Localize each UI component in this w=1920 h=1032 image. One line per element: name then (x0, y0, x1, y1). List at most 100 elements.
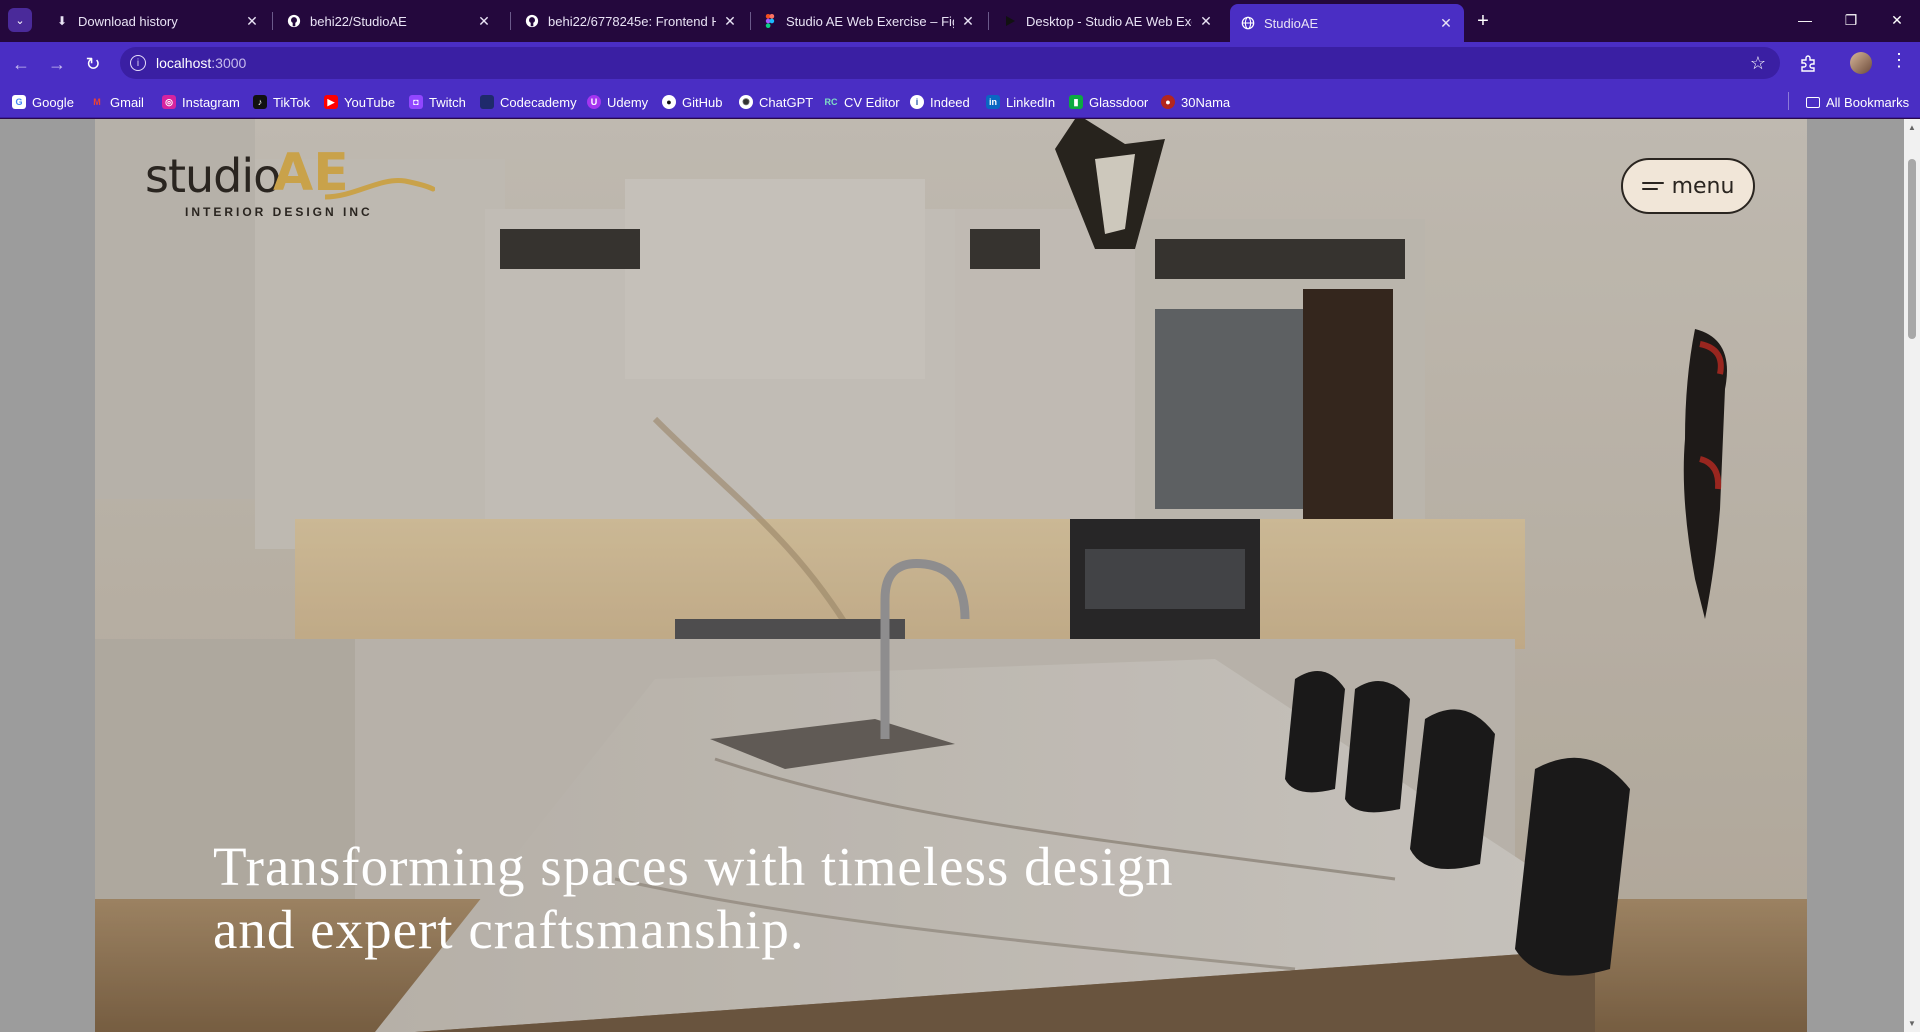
tab-title: behi22/6778245e: Frontend Hir (548, 13, 716, 29)
minimize-icon: — (1798, 12, 1812, 28)
bookmark-label: 30Nama (1181, 94, 1231, 110)
github-icon (286, 13, 302, 29)
menu-button[interactable]: menu (1621, 158, 1755, 214)
menu-label: menu (1671, 173, 1735, 199)
bookmark-label: YouTube (344, 94, 396, 110)
more-menu-icon[interactable]: ⋮ (1890, 50, 1908, 71)
bookmark-twitch[interactable]: ◘ Twitch (409, 93, 466, 111)
bookmark-linkedin[interactable]: in LinkedIn (986, 93, 1055, 111)
udemy-icon: U (587, 95, 601, 109)
bookmark-star-icon[interactable]: ☆ (1750, 53, 1766, 74)
bookmark-chatgpt[interactable]: ✺ ChatGPT (739, 93, 813, 111)
codecademy-icon (480, 95, 494, 109)
extensions-icon[interactable] (1797, 52, 1819, 74)
linkedin-icon: in (986, 95, 1000, 109)
tab-figma-desktop[interactable]: Desktop - Studio AE Web Exerc ✕ (992, 4, 1224, 38)
bookmark-youtube[interactable]: ▶ YouTube (324, 93, 395, 111)
address-host: localhost (156, 55, 212, 71)
tab-title: Download history (78, 13, 178, 29)
hero-headline: Transforming spaces with timeless design… (213, 835, 1313, 961)
bookmark-indeed[interactable]: i Indeed (910, 93, 970, 111)
bookmark-label: GitHub (682, 94, 723, 110)
close-icon[interactable]: ✕ (1438, 15, 1454, 32)
tab-download-history[interactable]: ⬇ Download history ✕ (44, 4, 270, 38)
bookmark-tiktok[interactable]: ♪ TikTok (253, 93, 310, 111)
bookmark-label: Indeed (930, 94, 970, 110)
address-bar[interactable]: i localhost:3000 ☆ (120, 47, 1780, 79)
minimize-button[interactable]: — (1782, 6, 1828, 34)
download-icon: ⬇ (56, 14, 68, 28)
restore-button[interactable]: ❐ (1828, 6, 1874, 34)
indeed-icon: i (910, 95, 924, 109)
tab-separator (272, 12, 273, 30)
figma-play-icon (1002, 13, 1018, 29)
close-icon[interactable]: ✕ (722, 13, 738, 30)
bookmark-label: Twitch (429, 94, 466, 110)
youtube-icon: ▶ (324, 95, 338, 109)
bookmark-gmail[interactable]: M Gmail (90, 93, 144, 111)
folder-icon (1806, 96, 1820, 108)
tab-studioae[interactable]: StudioAE ✕ (1230, 4, 1464, 42)
page-viewport: studio AE INTERIOR DESIGN INC menu Trans… (0, 119, 1904, 1032)
scroll-down-icon[interactable]: ▼ (1908, 1019, 1916, 1028)
github-icon: ● (662, 95, 676, 109)
hero-headline-line-2: and expert craftsmanship. (213, 899, 805, 960)
globe-icon (1240, 15, 1256, 31)
cv-editor-icon: RC (824, 97, 838, 107)
tab-github-gist[interactable]: behi22/6778245e: Frontend Hir ✕ (514, 4, 748, 38)
bookmark-glassdoor[interactable]: ▮ Glassdoor (1069, 93, 1148, 111)
tab-github-studioae[interactable]: behi22/StudioAE ✕ (276, 4, 502, 38)
hamburger-icon (1641, 181, 1664, 191)
twitch-icon: ◘ (409, 95, 423, 109)
bookmarks-bar: G Google M Gmail ◎ Instagram ♪ TikTok ▶ YouTu… (0, 84, 1920, 118)
all-bookmarks-button[interactable]: All Bookmarks (1806, 93, 1909, 111)
close-icon[interactable]: ✕ (476, 13, 492, 30)
page-scrollbar[interactable]: ▲ ▼ (1904, 119, 1920, 1032)
bookmark-google[interactable]: G Google (12, 93, 74, 111)
tab-figma-exercise[interactable]: Studio AE Web Exercise – Figma ✕ (752, 4, 986, 38)
bookmark-udemy[interactable]: U Udemy (587, 93, 648, 111)
forward-button[interactable]: → (44, 51, 70, 77)
bookmark-label: CV Editor (844, 94, 900, 110)
scroll-up-icon[interactable]: ▲ (1908, 123, 1916, 132)
bookmark-label: Glassdoor (1089, 94, 1149, 110)
new-tab-button[interactable]: + (1470, 8, 1496, 34)
tab-title: StudioAE (1264, 15, 1319, 31)
instagram-icon: ◎ (162, 95, 176, 109)
bookmark-30nama[interactable]: ● 30Nama (1161, 93, 1230, 111)
tab-separator (750, 12, 751, 30)
site-info-icon[interactable]: i (130, 55, 146, 71)
close-icon[interactable]: ✕ (244, 13, 260, 30)
bookmark-cv-editor[interactable]: RC CV Editor (824, 93, 900, 111)
bookmark-label: LinkedIn (1006, 94, 1056, 110)
profile-avatar[interactable] (1850, 52, 1872, 74)
studioae-logo[interactable]: studio AE INTERIOR DESIGN INC (145, 143, 435, 229)
bookmark-label: Udemy (607, 94, 649, 110)
logo-subtitle: INTERIOR DESIGN INC (185, 205, 373, 219)
scroll-thumb[interactable] (1908, 159, 1916, 339)
address-port: :3000 (211, 55, 247, 71)
bookmarks-separator (1788, 92, 1789, 110)
close-window-button[interactable]: ✕ (1874, 6, 1920, 34)
reload-button[interactable]: ↻ (80, 51, 106, 77)
bookmark-label: Codecademy (500, 94, 577, 110)
bookmark-label: Google (32, 94, 74, 110)
bookmark-codecademy[interactable]: Codecademy (480, 93, 577, 111)
arrow-right-icon: → (48, 53, 66, 74)
back-button[interactable]: ← (8, 51, 34, 77)
close-icon[interactable]: ✕ (1198, 13, 1214, 30)
glassdoor-icon: ▮ (1069, 95, 1083, 109)
hero-section: studio AE INTERIOR DESIGN INC menu Trans… (95, 119, 1807, 1032)
browser-toolbar: ← → ↻ i localhost:3000 ☆ ⋮ (0, 42, 1920, 84)
close-icon: ✕ (1891, 11, 1903, 28)
tab-title: Studio AE Web Exercise – Figma (786, 13, 954, 29)
tab-separator (988, 12, 989, 30)
tab-title: Desktop - Studio AE Web Exerc (1026, 13, 1192, 29)
bookmark-github[interactable]: ● GitHub (662, 93, 722, 111)
tab-search-button[interactable]: ⌄ (8, 8, 32, 32)
bookmark-instagram[interactable]: ◎ Instagram (162, 93, 240, 111)
close-icon[interactable]: ✕ (960, 13, 976, 30)
chevron-down-icon: ⌄ (15, 14, 25, 27)
logo-studio-text: studio (145, 149, 281, 203)
arrow-left-icon: ← (12, 53, 30, 74)
